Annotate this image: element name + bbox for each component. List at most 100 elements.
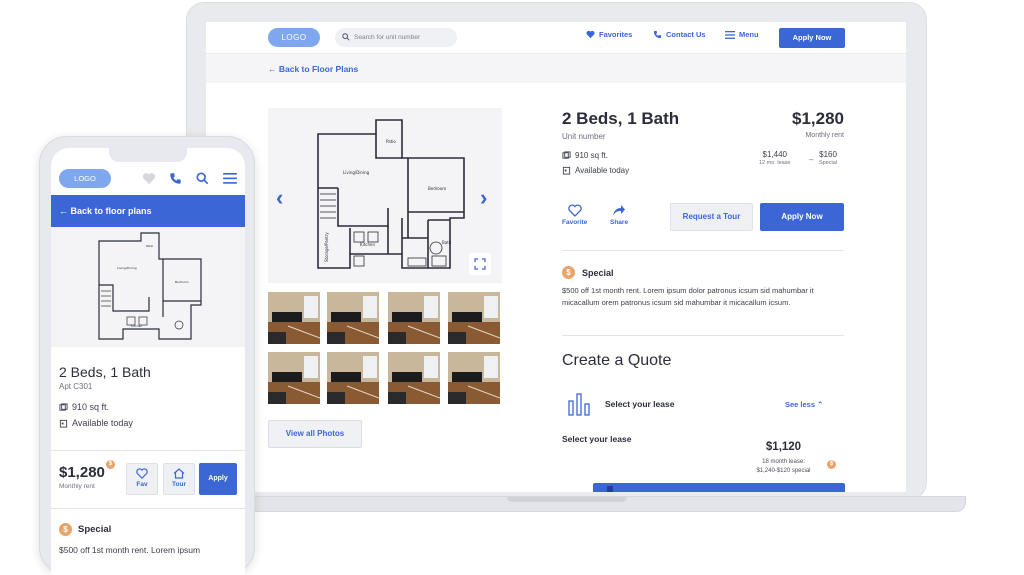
quote-price-detail: 18 month lease: $1,240-$120 special: [746, 458, 821, 476]
laptop-base: [186, 496, 966, 512]
monthly-price-label: Monthly rent: [805, 132, 844, 139]
svg-text:Patio: Patio: [146, 244, 154, 248]
monthly-price: $1,280: [792, 109, 844, 128]
mobile-logo[interactable]: LOGO: [59, 169, 111, 188]
divider: [562, 335, 844, 336]
svg-text:Living/Dining: Living/Dining: [117, 266, 137, 270]
special-discount-label: Special: [819, 160, 838, 166]
heart-icon[interactable]: [142, 172, 156, 185]
photo-thumbnail[interactable]: [327, 352, 379, 404]
special-heading-label: Special: [582, 267, 614, 278]
nav-menu-label: Menu: [739, 30, 759, 39]
lease-section-heading: Select your lease: [605, 399, 675, 409]
price-range-dash: –: [809, 155, 814, 164]
photo-thumbnail[interactable]: [448, 352, 500, 404]
calendar-icon: [59, 419, 68, 428]
home-icon: [173, 468, 185, 479]
svg-text:Patio: Patio: [386, 139, 396, 144]
bar-chart-icon: [568, 393, 590, 416]
share-button[interactable]: Share: [610, 204, 628, 226]
quote-price: $1,120: [765, 441, 802, 453]
phone-icon: [653, 30, 662, 39]
hamburger-icon: [725, 30, 735, 39]
area-icon: [562, 151, 571, 159]
phone-frame: LOGO ← Back to floor plans Living/Dining…: [39, 136, 255, 575]
nav-menu[interactable]: Menu: [725, 30, 759, 39]
lease-price-high-value: $1,440: [762, 150, 787, 159]
lease-price-high: $1,440 12 mo. lease: [759, 150, 791, 166]
divider: [51, 450, 245, 451]
photo-thumbnail[interactable]: [388, 292, 440, 344]
nav-contact[interactable]: Contact Us: [653, 30, 706, 39]
mobile-tour-label: Tour: [172, 481, 186, 488]
logo[interactable]: LOGO: [268, 28, 320, 47]
share-icon: [613, 205, 626, 216]
mobile-special-heading: $ Special: [59, 523, 111, 536]
floor-plan-drawing: Living/Dining Patio Bedroom Kitchen: [98, 232, 202, 340]
desktop-header: LOGO Search for unit number Favorites Co…: [206, 22, 906, 54]
request-tour-button[interactable]: Request a Tour: [670, 203, 753, 231]
divider: [562, 250, 844, 251]
quote-lease-term: 18 month lease:: [762, 459, 805, 465]
photo-thumbnail[interactable]: [327, 292, 379, 344]
floor-plan-image[interactable]: Living/Dining Patio Bedroom Kitchen Bath…: [268, 108, 502, 283]
subheader-bar: ← Back to Floor Plans: [206, 54, 906, 83]
availability-text: Available today: [575, 166, 630, 175]
heart-outline-icon: [567, 204, 582, 217]
unit-title: 2 Beds, 1 Bath: [562, 109, 680, 128]
lease-term-slider[interactable]: [593, 483, 845, 492]
lease-price-high-label: 12 mo. lease: [759, 160, 791, 166]
mobile-sqft-row: 910 sq ft.: [59, 402, 109, 412]
special-description: $500 off 1st month rent. Lorem ipsum dol…: [562, 286, 814, 307]
mobile-special-label: Special: [78, 524, 112, 535]
dollar-coin-icon: $: [106, 460, 115, 469]
search-icon[interactable]: [196, 172, 209, 185]
svg-text:Bedroom: Bedroom: [428, 186, 446, 191]
view-all-photos-button[interactable]: View all Photos: [268, 420, 362, 448]
next-arrow-icon[interactable]: ›: [480, 185, 487, 211]
quote-special-detail: $1,240-$120 special: [756, 468, 811, 474]
mobile-fav-label: Fav: [136, 481, 148, 488]
dollar-coin-icon: $: [827, 460, 836, 469]
mobile-apt-number: Apt C301: [59, 382, 93, 391]
photo-thumbnail[interactable]: [448, 292, 500, 344]
arrow-left-icon: ←: [59, 206, 68, 216]
back-to-floor-plans-link[interactable]: ← Back to Floor Plans: [268, 64, 358, 74]
header-apply-button[interactable]: Apply Now: [779, 28, 845, 48]
mobile-availability-row: Available today: [59, 418, 133, 428]
expand-icon[interactable]: [469, 253, 491, 275]
sqft-row: 910 sq ft.: [562, 151, 608, 160]
heart-icon: [586, 30, 595, 39]
photo-thumbnail[interactable]: [268, 352, 320, 404]
sqft-text: 910 sq ft.: [575, 151, 608, 160]
mobile-sqft-text: 910 sq ft.: [72, 402, 110, 412]
hamburger-icon[interactable]: [223, 173, 237, 184]
chevron-up-icon: ⌃: [817, 400, 824, 409]
desktop-page: LOGO Search for unit number Favorites Co…: [206, 22, 906, 492]
mobile-back-bar[interactable]: ← Back to floor plans: [51, 195, 245, 227]
mobile-tour-button[interactable]: Tour: [163, 463, 195, 495]
phone-icon[interactable]: [169, 172, 182, 185]
select-lease-label: Select your lease: [562, 434, 632, 444]
apply-now-button[interactable]: Apply Now: [760, 203, 844, 231]
photo-thumbnail[interactable]: [388, 352, 440, 404]
marketing-stage: LOGO Search for unit number Favorites Co…: [0, 0, 1024, 575]
mobile-favorite-button[interactable]: Fav: [126, 463, 158, 495]
favorite-button[interactable]: Favorite: [562, 204, 587, 226]
prev-arrow-icon[interactable]: ‹: [276, 185, 283, 211]
svg-text:Living/Dining: Living/Dining: [343, 170, 370, 175]
share-label: Share: [610, 219, 629, 226]
dollar-coin-icon: $: [59, 523, 72, 536]
nav-favorites[interactable]: Favorites: [586, 30, 632, 39]
search-icon: [342, 33, 350, 41]
see-less-toggle[interactable]: See less ⌃: [785, 400, 823, 409]
svg-text:Kitchen: Kitchen: [360, 242, 375, 247]
dollar-coin-icon: $: [562, 266, 575, 279]
search-input[interactable]: Search for unit number: [335, 28, 457, 47]
phone-notch: [109, 148, 187, 162]
photo-thumbnail[interactable]: [268, 292, 320, 344]
special-discount-value: $160: [819, 150, 837, 159]
mobile-apply-button[interactable]: Apply: [199, 463, 237, 495]
slider-handle[interactable]: [607, 486, 613, 492]
mobile-floor-plan-image[interactable]: Living/Dining Patio Bedroom Kitchen: [51, 227, 245, 347]
